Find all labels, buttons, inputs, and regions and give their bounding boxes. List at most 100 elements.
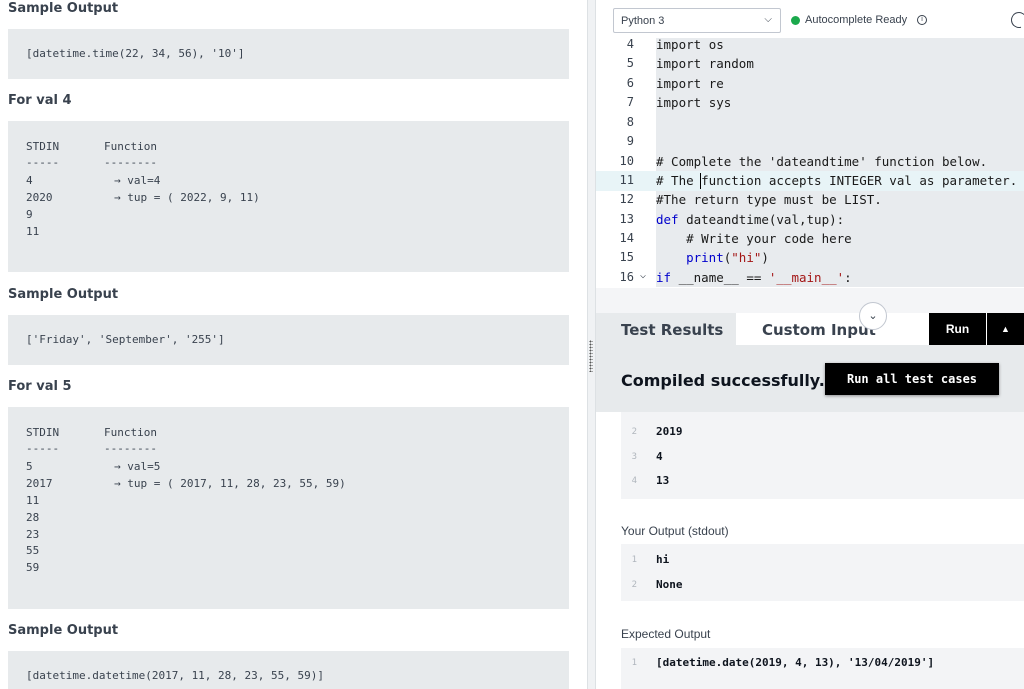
line-number: 9	[626, 134, 634, 148]
code-text: def dateandtime(val,tup):	[656, 212, 845, 227]
line-number: 7	[626, 95, 634, 109]
run-options-caret-icon[interactable]: ▲	[987, 313, 1024, 345]
val4-box: STDIN Function ----- -------- 4 → val=4 …	[8, 121, 569, 272]
sample-output-box: [datetime.time(22, 34, 56), '10']	[8, 29, 569, 79]
code-text: import random	[656, 56, 754, 71]
io-line: 2 None	[621, 578, 1024, 602]
code-text: import sys	[656, 95, 732, 110]
line-number: 11	[619, 173, 634, 187]
run-button[interactable]: Run	[929, 313, 986, 345]
fold-chevron-icon[interactable]: ⌵	[640, 270, 646, 281]
tab-test-results[interactable]: Test Results	[596, 313, 736, 345]
drag-handle-icon[interactable]	[589, 340, 593, 372]
compile-status: Compiled successfully.	[621, 371, 825, 390]
sample-output-box: ['Friday', 'September', '255']	[8, 315, 569, 365]
line-number: 5	[626, 56, 634, 70]
collapse-editor-button[interactable]: ⌄	[859, 302, 887, 330]
val5-heading: For val 5	[8, 379, 72, 394]
tab-custom-input[interactable]: Custom Input	[736, 313, 928, 345]
expected-label: Expected Output	[621, 627, 711, 641]
io-line-number: 2	[631, 580, 637, 590]
code-line[interactable]: 11 # The function accepts INTEGER val as …	[596, 173, 1024, 193]
code-line[interactable]: 14 # Write your code here	[596, 231, 1024, 251]
function-value: → tup = ( 2022, 9, 11)	[114, 191, 260, 204]
val4-heading: For val 4	[8, 93, 72, 108]
stdin-value: 4	[26, 174, 33, 187]
rule: --------	[104, 156, 157, 169]
code-line[interactable]: 13 def dateandtime(val,tup):	[596, 212, 1024, 232]
autocomplete-status: Autocomplete Ready	[805, 14, 908, 26]
chevron-down-icon: ⌵	[764, 14, 772, 25]
io-line-value: [datetime.date(2019, 4, 13), '13/04/2019…	[656, 656, 935, 669]
io-line-value: None	[656, 578, 683, 591]
language-select[interactable]: Python 3 ⌵	[613, 8, 781, 33]
stdin-value: 2017	[26, 477, 53, 490]
info-icon[interactable]: i	[917, 15, 927, 25]
io-line: 2 2019	[621, 425, 1024, 449]
code-text: import re	[656, 76, 724, 91]
sample-output-line: [datetime.time(22, 34, 56), '10']	[26, 47, 245, 60]
val5-box: STDIN Function ----- -------- 5 → val=5 …	[8, 407, 569, 609]
io-line-value: 13	[656, 474, 670, 487]
code-text: # Write your code here	[656, 231, 852, 246]
io-line-number: 3	[631, 452, 637, 462]
sample-output-line: ['Friday', 'September', '255']	[26, 333, 225, 346]
stdin-value: 28	[26, 511, 40, 524]
io-panel: 2 2019 34 4 13 Your Output (stdout) 1 hi 2N…	[596, 412, 1024, 689]
code-editor[interactable]: 4 import os 5 import random 6 import re 7 im…	[596, 38, 1024, 288]
function-header: Function	[104, 426, 157, 439]
io-line: 34	[621, 450, 1024, 474]
language-value: Python 3	[621, 15, 665, 27]
function-value: → val=5	[114, 460, 161, 473]
text-cursor	[700, 173, 701, 189]
sample-output-line: [datetime.datetime(2017, 11, 28, 23, 55,…	[26, 669, 325, 682]
panel-gap	[596, 288, 1024, 313]
stdout-label: Your Output (stdout)	[621, 524, 729, 538]
io-line: 1 hi	[621, 553, 1024, 577]
theme-toggle-icon[interactable]	[1008, 9, 1024, 31]
stdin-value: 59	[26, 561, 40, 574]
sample-output-heading: Sample Output	[8, 623, 119, 638]
function-value: → val=4	[114, 174, 161, 187]
code-line[interactable]: 6 import re	[596, 76, 1024, 96]
stdin-value: 2020	[26, 191, 53, 204]
status-dot-icon	[791, 16, 800, 25]
stdin-value: 55	[26, 544, 40, 557]
io-line-value: 4	[656, 450, 663, 463]
stdin-header: STDIN	[26, 140, 60, 153]
code-text: print("hi")	[686, 250, 769, 265]
code-line[interactable]: 15 print("hi")	[596, 250, 1024, 270]
sample-output-heading: Sample Output	[8, 1, 119, 16]
code-line[interactable]: 7 import sys	[596, 95, 1024, 115]
editor-panel: Python 3 ⌵ Autocomplete Ready i 4 import …	[596, 0, 1024, 689]
io-line: 1 [datetime.date(2019, 4, 13), '13/04/201…	[621, 656, 1024, 680]
stdin-value: 23	[26, 528, 40, 541]
io-line-number: 4	[631, 476, 637, 486]
io-line-number: 1	[631, 555, 637, 565]
io-line: 4 13	[621, 474, 1024, 498]
line-number: 8	[626, 115, 634, 129]
code-line[interactable]: 8	[596, 115, 1024, 135]
code-line[interactable]: 10 # Complete the 'dateandtime' function …	[596, 154, 1024, 174]
code-line[interactable]: 12 #The return type must be LIST.	[596, 192, 1024, 212]
editor-toolbar: Python 3 ⌵ Autocomplete Ready i	[596, 0, 1024, 38]
rule: -----	[26, 156, 60, 169]
io-line-number: 1	[631, 658, 637, 668]
code-line[interactable]: 16 ⌵ if __name__ == '__main__':	[596, 270, 1024, 288]
function-header: Function	[104, 140, 157, 153]
line-number: 15	[619, 250, 634, 264]
input-box: 2 2019 34 4 13	[621, 412, 1024, 499]
code-text: # The function accepts INTEGER val as pa…	[656, 173, 1018, 188]
code-line[interactable]: 4 import os	[596, 38, 1024, 57]
expected-box: 1 [datetime.date(2019, 4, 13), '13/04/201…	[621, 648, 1024, 689]
stdin-header: STDIN	[26, 426, 60, 439]
rule: -----	[26, 442, 60, 455]
line-number: 16	[619, 270, 634, 284]
sample-output-box: [datetime.datetime(2017, 11, 28, 23, 55,…	[8, 651, 569, 689]
code-line[interactable]: 5 import random	[596, 56, 1024, 76]
code-line[interactable]: 9	[596, 134, 1024, 154]
line-number: 12	[619, 192, 634, 206]
function-value: → tup = ( 2017, 11, 28, 23, 55, 59)	[114, 477, 346, 490]
run-all-tests-button[interactable]: Run all test cases	[825, 363, 999, 395]
code-text: # Complete the 'dateandtime' function be…	[656, 154, 988, 169]
